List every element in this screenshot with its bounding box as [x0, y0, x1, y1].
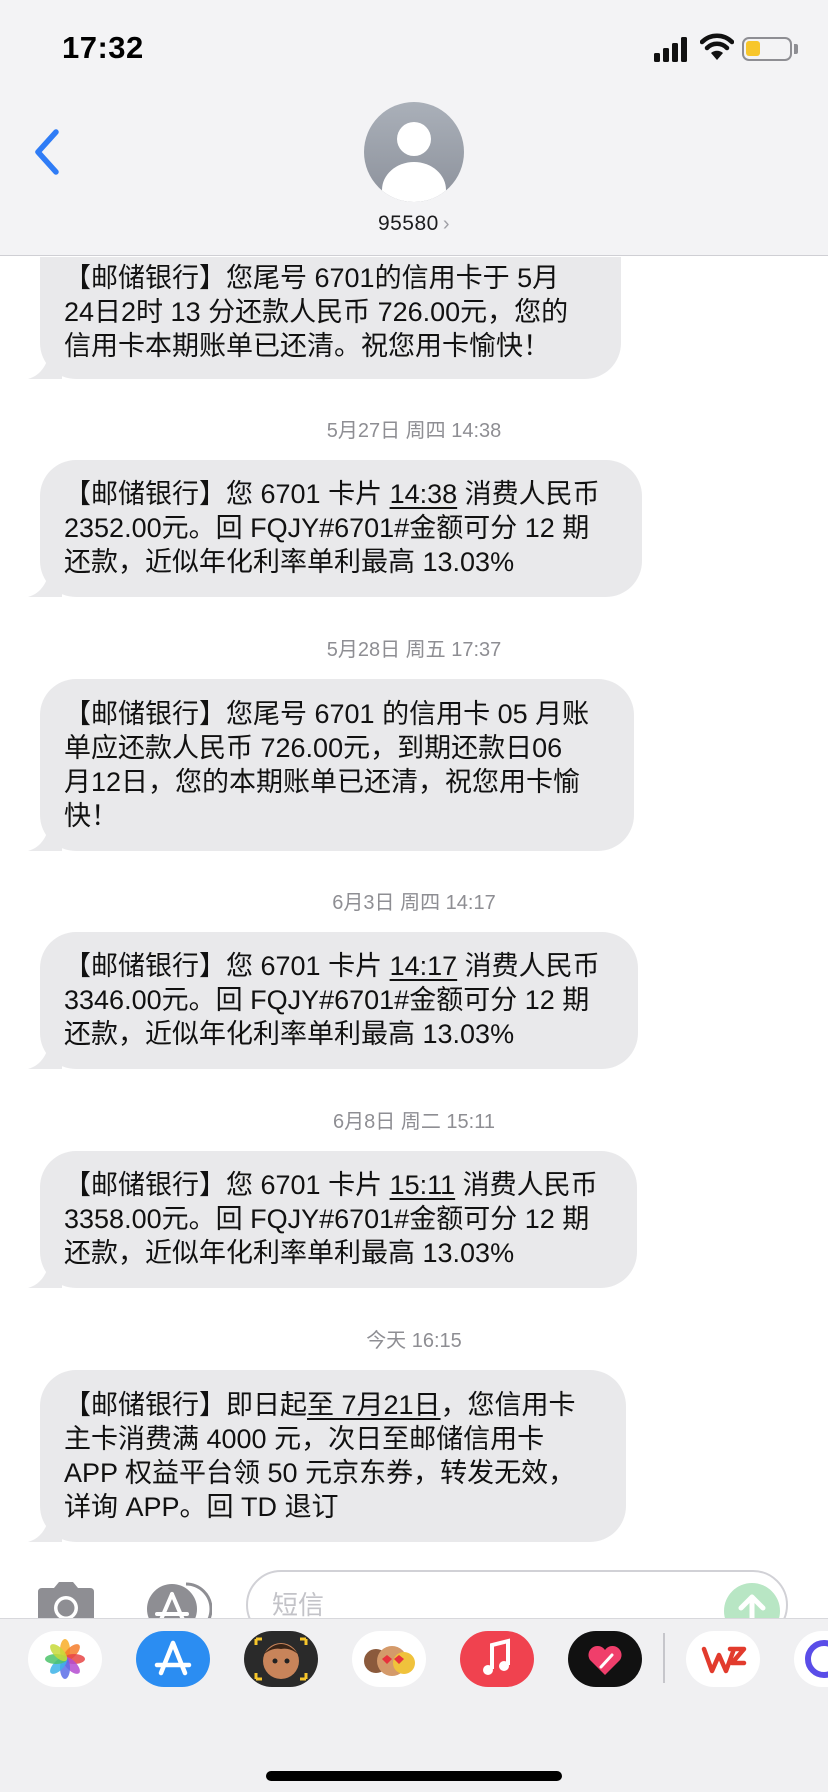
app-drawer-divider — [663, 1633, 665, 1683]
back-chevron-icon[interactable] — [28, 124, 68, 180]
app-drawer — [0, 1618, 828, 1792]
memoji-app-icon[interactable] — [244, 1631, 318, 1687]
timestamp: 5月28日 周五 17:37 — [326, 639, 502, 661]
home-indicator — [266, 1771, 562, 1781]
wifi-icon — [700, 33, 734, 60]
message-bubble: 【邮储银行】您 6701 卡片 14:17 消费人民币 3346.00元。回 F… — [28, 932, 638, 1069]
message-thread[interactable]: 【邮储银行】您尾号 6701的信用卡于 5月 24日2时 13 分还款人民币 7… — [0, 257, 828, 1550]
timestamp: 6月8日 周二 15:11 — [333, 1111, 495, 1133]
chevron-right-icon: › — [442, 213, 451, 235]
time-link[interactable]: 14:17 — [390, 951, 458, 981]
status-time: 17:32 — [62, 30, 144, 65]
music-app-icon[interactable] — [460, 1631, 534, 1687]
navigation-header: 17:32 95580 › — [0, 0, 828, 256]
message-bubble: 【邮储银行】您 6701 卡片 14:38 消费人民币 2352.00元。回 F… — [28, 460, 642, 597]
message-bubble: 【邮储银行】您 6701 卡片 15:11 消费人民币 3358.00元。回 F… — [28, 1151, 637, 1288]
app-store-app-icon[interactable] — [136, 1631, 210, 1687]
battery-icon — [742, 37, 792, 61]
message-bubble: 【邮储银行】您尾号 6701 的信用卡 05 月账 单应还款人民币 726.00… — [28, 679, 634, 851]
contact-avatar[interactable] — [364, 102, 464, 202]
message-bubble: 【邮储银行】您尾号 6701的信用卡于 5月 24日2时 13 分还款人民币 7… — [28, 257, 621, 379]
timestamp: 6月3日 周四 14:17 — [332, 892, 496, 914]
wps-app-icon[interactable] — [686, 1631, 760, 1687]
timestamp: 今天 16:15 — [366, 1330, 462, 1352]
time-link[interactable]: 14:38 — [390, 479, 458, 509]
more-app-icon[interactable] — [794, 1631, 828, 1687]
digital-touch-app-icon[interactable] — [568, 1631, 642, 1687]
timestamp: 5月27日 周四 14:38 — [326, 420, 502, 442]
message-bubble: 【邮储银行】即日起至 7月21日，您信用卡 主卡消费满 4000 元，次日至邮储… — [28, 1370, 626, 1542]
date-link[interactable]: 至 7月21日 — [307, 1390, 441, 1420]
cellular-signal-icon — [654, 36, 690, 62]
compose-bar — [0, 1550, 828, 1640]
contact-name[interactable]: 95580 › — [0, 212, 828, 236]
animoji-app-icon[interactable] — [352, 1631, 426, 1687]
photos-app-icon[interactable] — [28, 1631, 102, 1687]
time-link[interactable]: 15:11 — [390, 1170, 456, 1200]
